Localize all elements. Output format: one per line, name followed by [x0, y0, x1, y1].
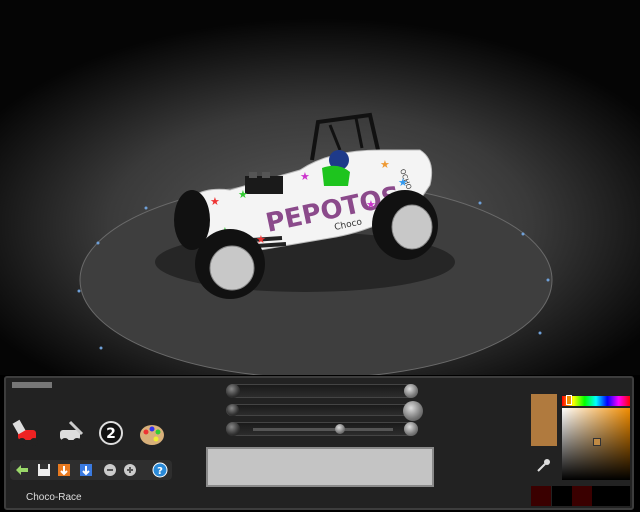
rotation-slider-knob[interactable]	[403, 401, 423, 421]
rotation-slider-left-knob[interactable]	[227, 404, 239, 416]
paint-panel: 2 ? Choco-Race	[4, 376, 634, 510]
rotation-slider[interactable]	[226, 401, 423, 421]
svg-text:2: 2	[106, 426, 116, 442]
decal-text-input[interactable]	[206, 447, 434, 487]
color-picker-marker[interactable]	[593, 438, 601, 446]
profile-name: Choco-Race	[26, 492, 82, 503]
svg-text:★: ★	[238, 188, 248, 201]
size-slider[interactable]	[226, 384, 418, 398]
palette-icon[interactable]	[138, 420, 168, 450]
transparency-slider-knob[interactable]	[335, 424, 345, 434]
selected-color-swatch[interactable]	[531, 394, 557, 446]
eyedropper-icon[interactable]	[535, 458, 551, 474]
recent-color-4[interactable]	[592, 486, 630, 506]
size-slider-right-knob[interactable]	[404, 384, 418, 398]
car-wheel-front-right	[174, 190, 210, 250]
decal-icon[interactable]	[56, 418, 86, 448]
car-preview: PEPOTOS Choco OCHO ★★ ★★ ★★ ★★	[77, 112, 553, 375]
recent-color-1[interactable]	[531, 486, 551, 506]
redo-icon[interactable]	[78, 462, 94, 478]
preview-viewport[interactable]: PEPOTOS Choco OCHO ★★ ★★ ★★ ★★	[0, 0, 640, 375]
svg-text:★: ★	[380, 158, 390, 171]
transparency-slider-right-knob[interactable]	[404, 422, 418, 436]
size-slider-left-knob[interactable]	[226, 384, 240, 398]
number-plate-icon[interactable]: 2	[98, 420, 128, 450]
hue-slider-marker[interactable]	[566, 395, 572, 405]
svg-text:★: ★	[300, 170, 310, 183]
transparency-slider-left-knob[interactable]	[226, 422, 240, 436]
transparency-track	[253, 428, 393, 431]
car-wheel-rear	[372, 190, 438, 260]
paint-car-icon[interactable]	[12, 418, 42, 448]
hue-slider[interactable]	[562, 396, 630, 406]
transparency-slider[interactable]	[226, 422, 418, 436]
svg-text:★: ★	[210, 195, 220, 208]
recent-color-3[interactable]	[572, 486, 592, 506]
recent-color-2[interactable]	[552, 486, 572, 506]
help-icon[interactable]: ?	[152, 462, 168, 478]
zoom-in-icon[interactable]	[122, 462, 138, 478]
load-icon[interactable]	[56, 462, 72, 478]
panel-header-icon	[12, 382, 52, 388]
svg-text:?: ?	[157, 466, 163, 477]
undo-icon[interactable]	[14, 462, 30, 478]
zoom-out-icon[interactable]	[102, 462, 118, 478]
save-icon[interactable]	[36, 462, 52, 478]
svg-text:★: ★	[366, 198, 376, 211]
svg-text:★: ★	[398, 176, 408, 189]
